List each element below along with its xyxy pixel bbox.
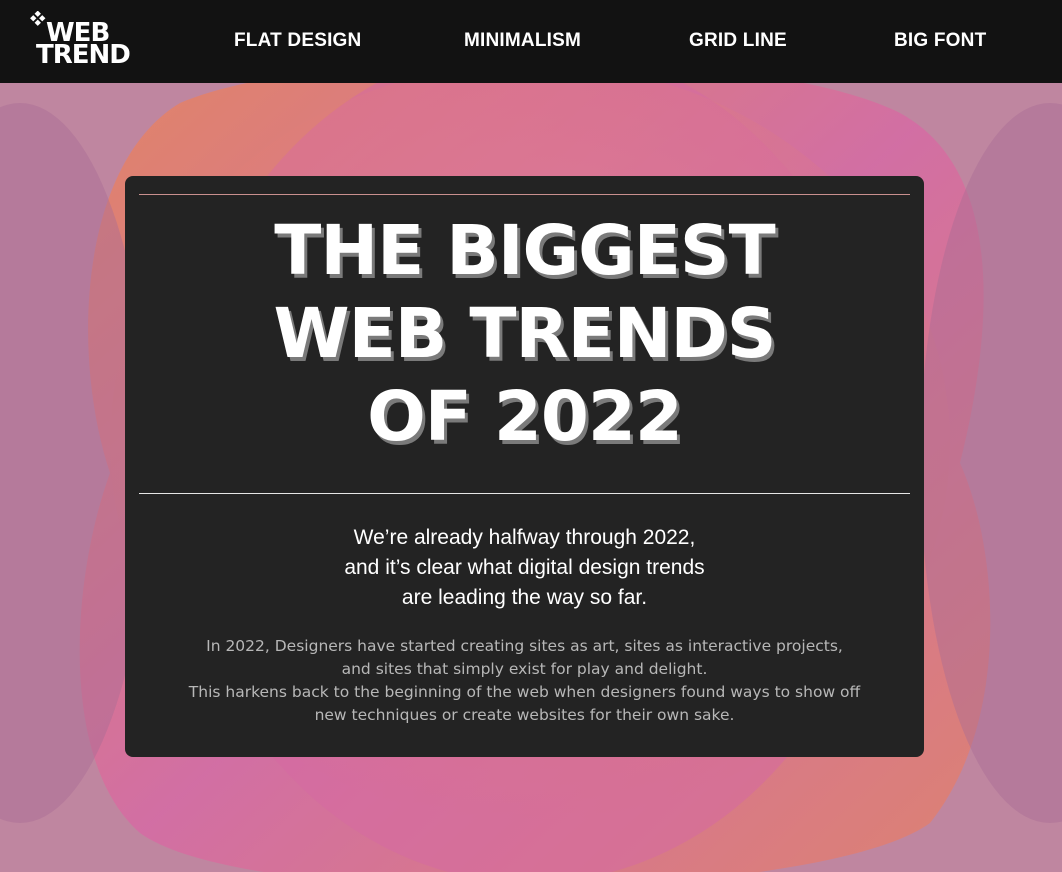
nav-item-grid-line[interactable]: GRID LINE [689,30,787,52]
subhead-line-3: are leading the way so far. [401,586,648,609]
top-nav-bar: WEB TREND FLAT DESIGN MINIMALISM GRID LI… [0,0,1062,83]
card-divider-top [139,194,910,195]
hero-card: THE BIGGEST WEB TRENDS OF 2022 We’re alr… [125,176,924,757]
body-line-4: new techniques or create websites for th… [314,706,735,724]
hero-headline: THE BIGGEST WEB TRENDS OF 2022 [125,210,924,459]
logo-text-trend: TREND [36,40,131,70]
nav-item-big-font[interactable]: BIG FONT [894,30,986,52]
subhead-line-2: and it’s clear what digital design trend… [344,556,705,579]
nav-item-minimalism[interactable]: MINIMALISM [464,30,581,52]
logo[interactable]: WEB TREND [30,11,132,69]
headline-line-2: WEB TRENDS [273,294,777,374]
card-divider-middle [139,493,910,494]
diamond-cluster-icon [30,11,46,26]
hero-subheading: We’re already halfway through 2022, and … [125,523,924,613]
subhead-line-1: We’re already halfway through 2022, [353,526,696,549]
headline-line-1: THE BIGGEST [274,211,775,291]
nav-item-flat-design[interactable]: FLAT DESIGN [234,30,361,52]
body-line-3: This harkens back to the beginning of th… [188,683,861,701]
headline-line-3: OF 2022 [367,377,683,457]
hero-body-text: In 2022, Designers have started creating… [125,635,924,727]
body-line-2: and sites that simply exist for play and… [341,660,708,678]
body-line-1: In 2022, Designers have started creating… [206,637,843,655]
